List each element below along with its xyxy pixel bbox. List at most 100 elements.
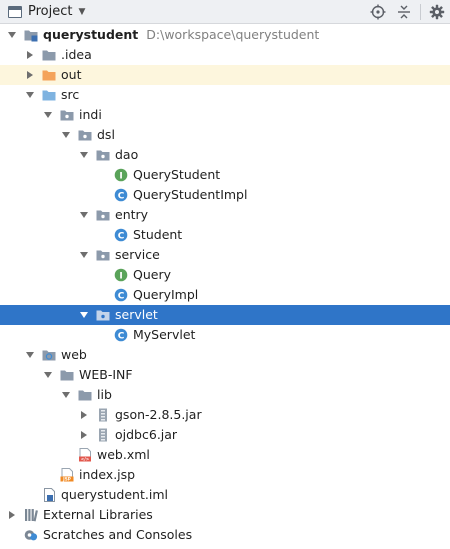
tree-node-name: Scratches and Consoles xyxy=(43,527,193,542)
collapsed-arrow-icon[interactable] xyxy=(5,505,19,525)
tree-row-service[interactable]: service xyxy=(0,245,450,265)
project-tree[interactable]: querystudent D:\workspace\querystudent .id… xyxy=(0,25,450,549)
svg-text:JSP: JSP xyxy=(62,477,71,482)
tree-row-queryimpl[interactable]: C QueryImpl xyxy=(0,285,450,305)
tree-row-lib[interactable]: lib xyxy=(0,385,450,405)
tree-node-label: web xyxy=(61,345,87,365)
svg-text:C: C xyxy=(118,291,125,301)
tree-node-name: gson-2.8.5.jar xyxy=(115,407,202,422)
expanded-arrow-icon[interactable] xyxy=(77,305,91,325)
tree-row-querystudentimpl[interactable]: C QueryStudentImpl xyxy=(0,185,450,205)
class-icon: C xyxy=(114,188,128,202)
tree-row-scratches-and-consoles[interactable]: Scratches and Consoles xyxy=(0,525,450,545)
tree-row-indi[interactable]: indi xyxy=(0,105,450,125)
svg-text:C: C xyxy=(118,191,125,201)
svg-text:I: I xyxy=(119,271,122,281)
gear-icon[interactable] xyxy=(424,0,450,24)
locate-target-icon[interactable] xyxy=(365,0,391,24)
collapsed-arrow-icon[interactable] xyxy=(77,425,91,445)
expanded-arrow-icon[interactable] xyxy=(41,365,55,385)
tree-node-label: lib xyxy=(97,385,112,405)
folder-icon xyxy=(78,388,92,402)
expanded-arrow-icon[interactable] xyxy=(77,145,91,165)
expanded-arrow-icon[interactable] xyxy=(23,345,37,365)
expanded-arrow-icon[interactable] xyxy=(77,205,91,225)
tree-row-web-inf[interactable]: WEB-INF xyxy=(0,365,450,385)
tree-row-web[interactable]: web xyxy=(0,345,450,365)
tree-node-name: QueryStudentImpl xyxy=(133,187,248,202)
tree-node-name: web xyxy=(61,347,87,362)
tree-row-external-libraries[interactable]: External Libraries xyxy=(0,505,450,525)
tree-node-label: out xyxy=(61,65,81,85)
package-icon xyxy=(96,248,110,262)
tree-row-myservlet[interactable]: C MyServlet xyxy=(0,325,450,345)
package-icon xyxy=(96,308,110,322)
tree-node-name: External Libraries xyxy=(43,507,153,522)
tree-row-index-jsp[interactable]: JSP index.jsp xyxy=(0,465,450,485)
svg-text:C: C xyxy=(118,231,125,241)
tree-row-querystudent-iml[interactable]: querystudent.iml xyxy=(0,485,450,505)
tree-row-querystudent[interactable]: querystudent D:\workspace\querystudent xyxy=(0,25,450,45)
tree-row-query[interactable]: I Query xyxy=(0,265,450,285)
toolbar-separator xyxy=(420,4,421,20)
tree-row-dao[interactable]: dao xyxy=(0,145,450,165)
expanded-arrow-icon[interactable] xyxy=(59,125,73,145)
scratches-icon xyxy=(24,528,38,542)
tree-row-gson-2-8-5-jar[interactable]: gson-2.8.5.jar xyxy=(0,405,450,425)
tree-node-label: web.xml xyxy=(97,445,150,465)
project-toolbar xyxy=(365,0,450,24)
expanded-arrow-icon[interactable] xyxy=(23,85,37,105)
tree-node-label: dao xyxy=(115,145,138,165)
tree-node-name: servlet xyxy=(115,307,158,322)
tree-node-label: querystudent D:\workspace\querystudent xyxy=(43,25,319,45)
jar-icon xyxy=(96,428,110,442)
package-icon xyxy=(96,208,110,222)
tree-row-idea[interactable]: .idea xyxy=(0,45,450,65)
tree-row-dsl[interactable]: dsl xyxy=(0,125,450,145)
tree-node-name: ojdbc6.jar xyxy=(115,427,178,442)
tree-row-ojdbc6-jar[interactable]: ojdbc6.jar xyxy=(0,425,450,445)
tree-node-name: indi xyxy=(79,107,102,122)
tree-row-src[interactable]: src xyxy=(0,85,450,105)
excluded-folder-icon xyxy=(42,68,56,82)
tree-node-label: dsl xyxy=(97,125,115,145)
tree-row-querystudent[interactable]: I QueryStudent xyxy=(0,165,450,185)
tree-node-label: WEB-INF xyxy=(79,365,133,385)
tree-node-name: QueryImpl xyxy=(133,287,199,302)
class-icon: C xyxy=(114,288,128,302)
iml-file-icon xyxy=(42,488,56,502)
tree-node-name: querystudent xyxy=(43,27,139,42)
tree-node-name: index.jsp xyxy=(79,467,136,482)
expanded-arrow-icon[interactable] xyxy=(59,385,73,405)
tree-node-label: indi xyxy=(79,105,102,125)
tree-node-label: Scratches and Consoles xyxy=(43,525,192,545)
tree-node-name: Student xyxy=(133,227,183,242)
tree-row-web-xml[interactable]: </> web.xml xyxy=(0,445,450,465)
tree-node-label: index.jsp xyxy=(79,465,135,485)
expanded-arrow-icon[interactable] xyxy=(41,105,55,125)
module-folder-icon xyxy=(24,28,38,42)
tree-row-student[interactable]: C Student xyxy=(0,225,450,245)
tree-row-entry[interactable]: entry xyxy=(0,205,450,225)
tree-node-name: .idea xyxy=(61,47,92,62)
tree-node-label: .idea xyxy=(61,45,92,65)
tree-node-name: entry xyxy=(115,207,149,222)
tree-node-label: gson-2.8.5.jar xyxy=(115,405,202,425)
tree-node-label: src xyxy=(61,85,79,105)
tree-row-out[interactable]: out xyxy=(0,65,450,85)
collapsed-arrow-icon[interactable] xyxy=(23,65,37,85)
tree-row-servlet[interactable]: servlet xyxy=(0,305,450,325)
tree-node-label: QueryStudentImpl xyxy=(133,185,247,205)
project-view-selector[interactable]: Project ▼ xyxy=(0,0,85,24)
collapse-all-icon[interactable] xyxy=(391,0,417,24)
package-icon xyxy=(78,128,92,142)
svg-text:C: C xyxy=(118,331,125,341)
collapsed-arrow-icon[interactable] xyxy=(77,405,91,425)
tree-node-name: Query xyxy=(133,267,171,282)
collapsed-arrow-icon[interactable] xyxy=(23,45,37,65)
tree-node-label: ojdbc6.jar xyxy=(115,425,177,445)
class-icon: C xyxy=(114,228,128,242)
expanded-arrow-icon[interactable] xyxy=(77,245,91,265)
project-tool-window-header: Project ▼ xyxy=(0,0,450,24)
expanded-arrow-icon[interactable] xyxy=(5,25,19,45)
